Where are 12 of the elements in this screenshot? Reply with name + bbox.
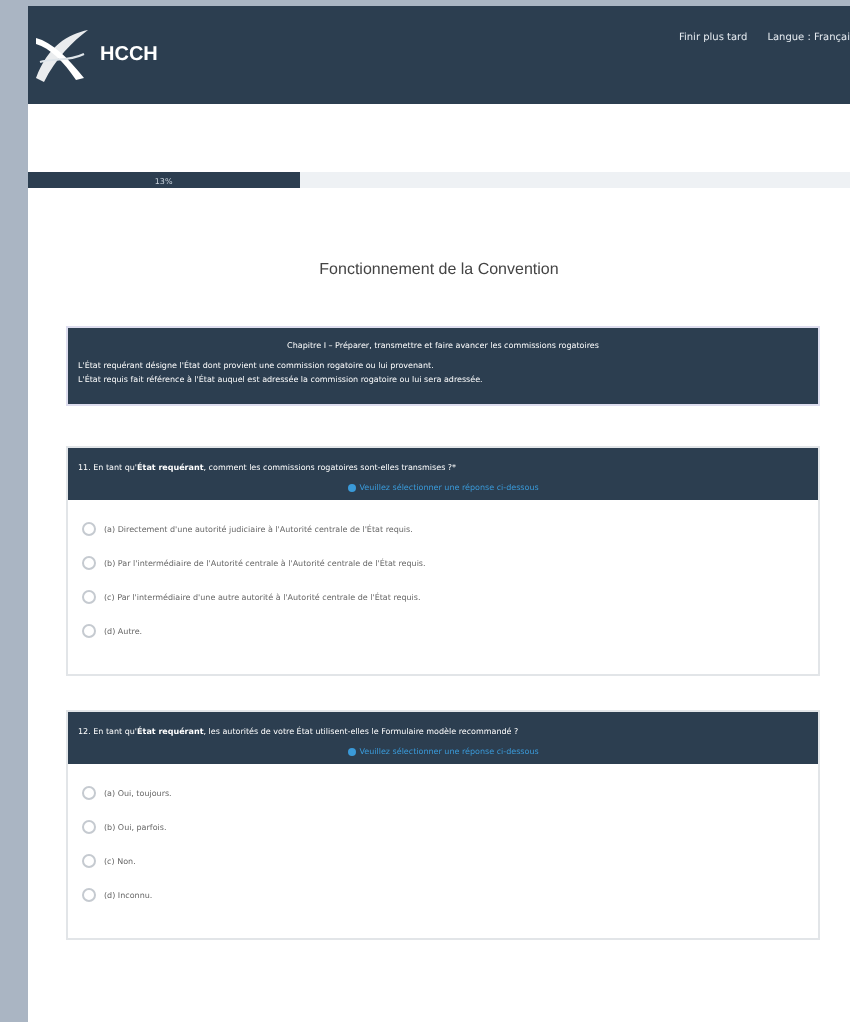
radio-button[interactable] [82,854,96,868]
radio-button[interactable] [82,590,96,604]
page-title: Fonctionnement de la Convention [317,260,561,278]
radio-button[interactable] [82,888,96,902]
radio-button[interactable] [82,786,96,800]
logo-text: HCCH [100,43,158,65]
info-icon [347,747,356,755]
radio-button[interactable] [82,624,96,638]
radio-button[interactable] [82,522,96,536]
radio-button[interactable] [82,820,96,834]
radio-button[interactable] [82,556,96,570]
info-icon [347,483,356,491]
